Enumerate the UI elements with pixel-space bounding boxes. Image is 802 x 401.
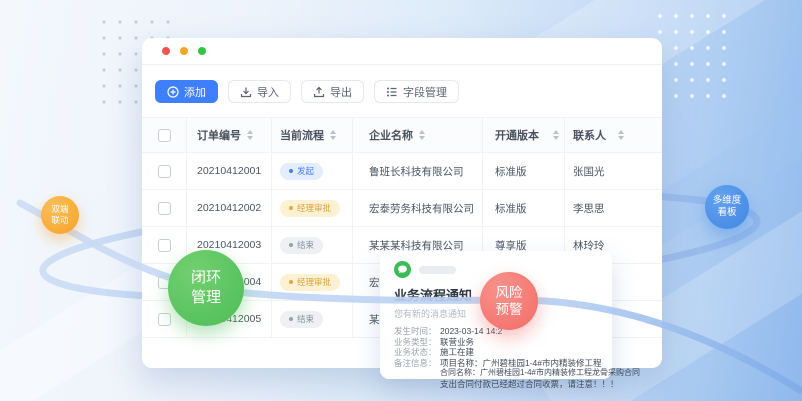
notification-field: 备注信息：项目名称：广州碧桂园1-4#市内精装修工程 xyxy=(394,358,600,369)
bubble-label: 双端 xyxy=(51,204,68,215)
status-badge: 结束 xyxy=(280,237,323,254)
sort-icon[interactable] xyxy=(618,130,624,140)
bubble-label: 管理 xyxy=(191,288,221,308)
status-badge: 经理审批 xyxy=(280,200,340,217)
notification-field: 业务类型：联营业务 xyxy=(394,337,600,348)
field-manage-button-label: 字段管理 xyxy=(403,84,447,100)
column-header-version[interactable]: 开通版本 xyxy=(495,127,539,143)
table-row[interactable]: 20210412002 经理审批 宏泰劳务科技有限公司 标准版 李思思 xyxy=(142,190,662,227)
feature-bubble-dashboard: 多维度 看板 xyxy=(705,185,749,229)
table-row[interactable]: 20210412001 发起 鲁班长科技有限公司 标准版 张国光 xyxy=(142,153,662,190)
row-checkbox[interactable] xyxy=(158,202,171,215)
status-badge: 结束 xyxy=(280,311,323,328)
table-header-row: 订单编号 当前流程 企业名称 开通版本 联系人 xyxy=(142,117,662,153)
bubble-label: 预警 xyxy=(496,301,523,318)
import-button[interactable]: 导入 xyxy=(228,80,291,103)
import-icon xyxy=(240,86,252,98)
sort-icon[interactable] xyxy=(419,130,425,140)
feature-bubble-dual-link: 双端 联动 xyxy=(41,196,79,234)
notification-field: 业务状态：施工在建 xyxy=(394,347,600,358)
add-button-label: 添加 xyxy=(184,84,206,100)
window-titlebar xyxy=(142,38,662,65)
bubble-label: 闭环 xyxy=(191,268,221,288)
notification-field: 合同名称：广州碧桂园1-4#市内精装修工程龙骨采购合同 xyxy=(394,368,600,379)
bubble-label: 风险 xyxy=(496,284,523,301)
row-checkbox[interactable] xyxy=(158,313,171,326)
contact-name: 张国光 xyxy=(573,164,605,179)
add-button[interactable]: 添加 xyxy=(155,80,218,103)
column-header-flow[interactable]: 当前流程 xyxy=(280,127,324,143)
export-icon xyxy=(313,86,325,98)
row-checkbox[interactable] xyxy=(158,165,171,178)
bubble-label: 看板 xyxy=(717,207,736,220)
feature-bubble-closed-loop: 闭环 管理 xyxy=(168,250,244,326)
order-number: 20210412002 xyxy=(197,202,261,214)
export-button[interactable]: 导出 xyxy=(301,80,364,103)
version: 标准版 xyxy=(495,164,527,179)
column-header-contact[interactable]: 联系人 xyxy=(573,127,606,143)
row-checkbox[interactable] xyxy=(158,239,171,252)
plus-circle-icon xyxy=(167,86,179,98)
sort-icon[interactable] xyxy=(553,130,559,140)
column-header-order[interactable]: 订单编号 xyxy=(197,127,241,143)
list-icon xyxy=(386,86,398,98)
sort-icon[interactable] xyxy=(247,130,253,140)
company-name: 宏泰劳务科技有限公司 xyxy=(369,201,474,216)
traffic-light-green[interactable] xyxy=(198,47,206,55)
chat-bubble-icon xyxy=(394,261,411,278)
import-button-label: 导入 xyxy=(257,84,279,100)
feature-bubble-risk-warning: 风险 预警 xyxy=(480,272,538,330)
status-badge: 发起 xyxy=(280,163,323,180)
version: 标准版 xyxy=(495,201,527,216)
sort-icon[interactable] xyxy=(330,130,336,140)
traffic-light-yellow[interactable] xyxy=(180,47,188,55)
toolbar: 添加 导入 导出 字段管理 xyxy=(155,80,459,103)
field-manage-button[interactable]: 字段管理 xyxy=(374,80,459,103)
bubble-label: 多维度 xyxy=(713,195,742,208)
column-header-company[interactable]: 企业名称 xyxy=(369,127,413,143)
select-all-checkbox[interactable] xyxy=(158,129,171,142)
status-badge: 经理审批 xyxy=(280,274,340,291)
placeholder-bar xyxy=(419,266,456,274)
company-name: 鲁班长科技有限公司 xyxy=(369,164,464,179)
bubble-label: 联动 xyxy=(51,215,68,226)
order-number: 20210412001 xyxy=(197,165,261,177)
contact-name: 李思思 xyxy=(573,201,605,216)
screenshot-root: 添加 导入 导出 字段管理 xyxy=(0,0,802,401)
traffic-light-red[interactable] xyxy=(162,47,170,55)
dot-grid-pattern xyxy=(652,8,736,108)
export-button-label: 导出 xyxy=(330,84,352,100)
notification-fields: 发生时间：2023-03-14 14:2 业务类型：联营业务 业务状态：施工在建… xyxy=(394,326,600,389)
notification-field: 支出合同付款已经超过合同收票，请注意！！！ xyxy=(394,379,600,390)
